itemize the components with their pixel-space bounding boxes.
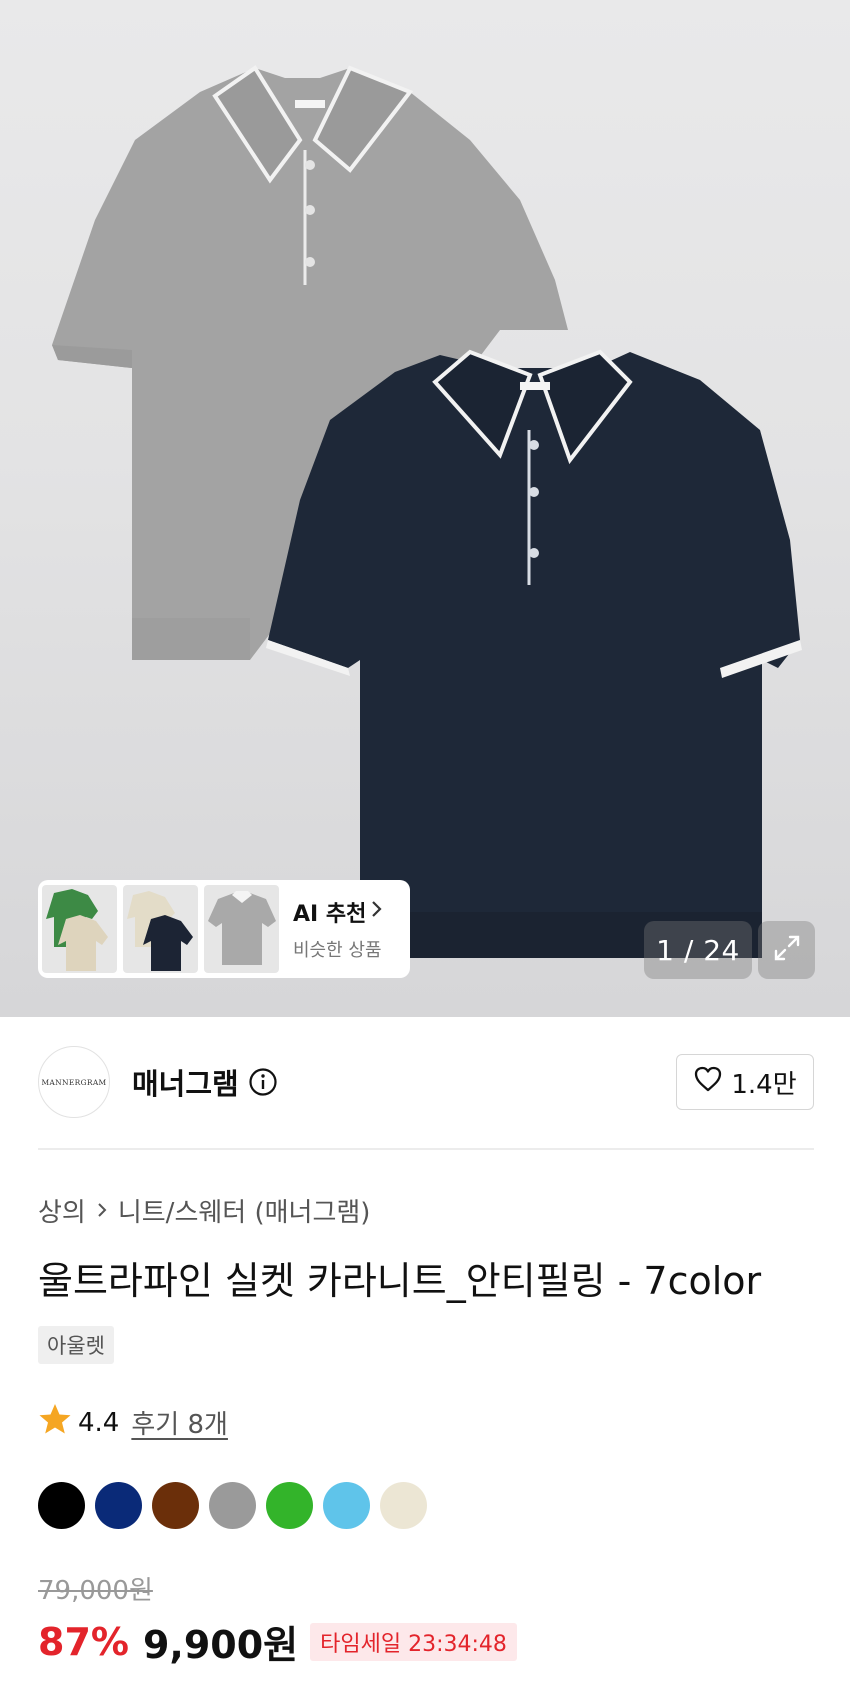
color-swatch-gray[interactable] bbox=[209, 1482, 256, 1529]
color-swatches bbox=[38, 1482, 427, 1529]
rating-row: 4.4 후기 8개 bbox=[38, 1402, 228, 1443]
beige-navy-polo-thumbnail bbox=[123, 885, 198, 973]
ai-recommend-title: AI 추천 bbox=[293, 896, 384, 928]
discount-rate: 87% bbox=[38, 1619, 129, 1664]
chevron-right-icon bbox=[96, 1196, 108, 1226]
like-count: 1.4만 bbox=[731, 1069, 797, 1100]
recommendation-thumbnail[interactable] bbox=[123, 885, 198, 973]
color-swatch-navy[interactable] bbox=[95, 1482, 142, 1529]
sale-price: 9,900원 bbox=[142, 1623, 299, 1667]
color-swatch-black[interactable] bbox=[38, 1482, 85, 1529]
expand-image-button[interactable] bbox=[758, 921, 815, 979]
chevron-right-icon bbox=[370, 899, 384, 925]
recommendation-thumbnail[interactable] bbox=[204, 885, 279, 973]
ai-recommend-subtitle: 비슷한 상품 bbox=[293, 940, 382, 961]
ai-recommendation-card[interactable]: AI 추천 비슷한 상품 bbox=[38, 880, 410, 978]
like-button[interactable]: 1.4만 bbox=[676, 1054, 814, 1110]
outlet-tag: 아울렛 bbox=[38, 1326, 114, 1364]
price-row: 87% 9,900원 타임세일 23:34:48 bbox=[38, 1614, 517, 1669]
product-title: 울트라파인 실켓 카라니트_안티필링 - 7color bbox=[38, 1259, 762, 1303]
time-sale-badge: 타임세일 23:34:48 bbox=[310, 1622, 517, 1661]
heart-icon bbox=[693, 1065, 723, 1100]
breadcrumb: 상의 니트/스웨터 (매너그램) bbox=[38, 1192, 370, 1229]
green-beige-polo-thumbnail bbox=[42, 885, 117, 973]
color-swatch-ivory[interactable] bbox=[380, 1482, 427, 1529]
recommendation-thumbnail[interactable] bbox=[42, 885, 117, 973]
image-counter: 1 / 24 bbox=[644, 921, 752, 979]
divider bbox=[38, 1148, 814, 1150]
brand-logo[interactable]: MANNERGRAM bbox=[38, 1046, 110, 1118]
star-icon bbox=[38, 1402, 72, 1443]
brand-name[interactable]: 매너그램 bbox=[132, 1061, 239, 1103]
rating-score: 4.4 bbox=[78, 1407, 120, 1438]
expand-icon bbox=[772, 933, 802, 967]
gray-polo-thumbnail bbox=[204, 885, 279, 973]
brand-row: MANNERGRAM 매너그램 1.4만 bbox=[38, 1046, 814, 1118]
original-price: 79,000원 bbox=[38, 1576, 153, 1606]
info-icon[interactable] bbox=[248, 1067, 278, 1097]
color-swatch-green[interactable] bbox=[266, 1482, 313, 1529]
breadcrumb-category[interactable]: 상의 bbox=[38, 1192, 86, 1229]
color-swatch-brown[interactable] bbox=[152, 1482, 199, 1529]
product-image bbox=[52, 65, 802, 958]
navy-polo-shirt bbox=[266, 349, 802, 958]
color-swatch-sky-blue[interactable] bbox=[323, 1482, 370, 1529]
breadcrumb-subcategory[interactable]: 니트/스웨터 (매너그램) bbox=[118, 1192, 371, 1229]
product-image-gallery[interactable]: AI 추천 비슷한 상품 1 / 24 bbox=[0, 0, 850, 1017]
review-link[interactable]: 후기 8개 bbox=[131, 1404, 228, 1441]
